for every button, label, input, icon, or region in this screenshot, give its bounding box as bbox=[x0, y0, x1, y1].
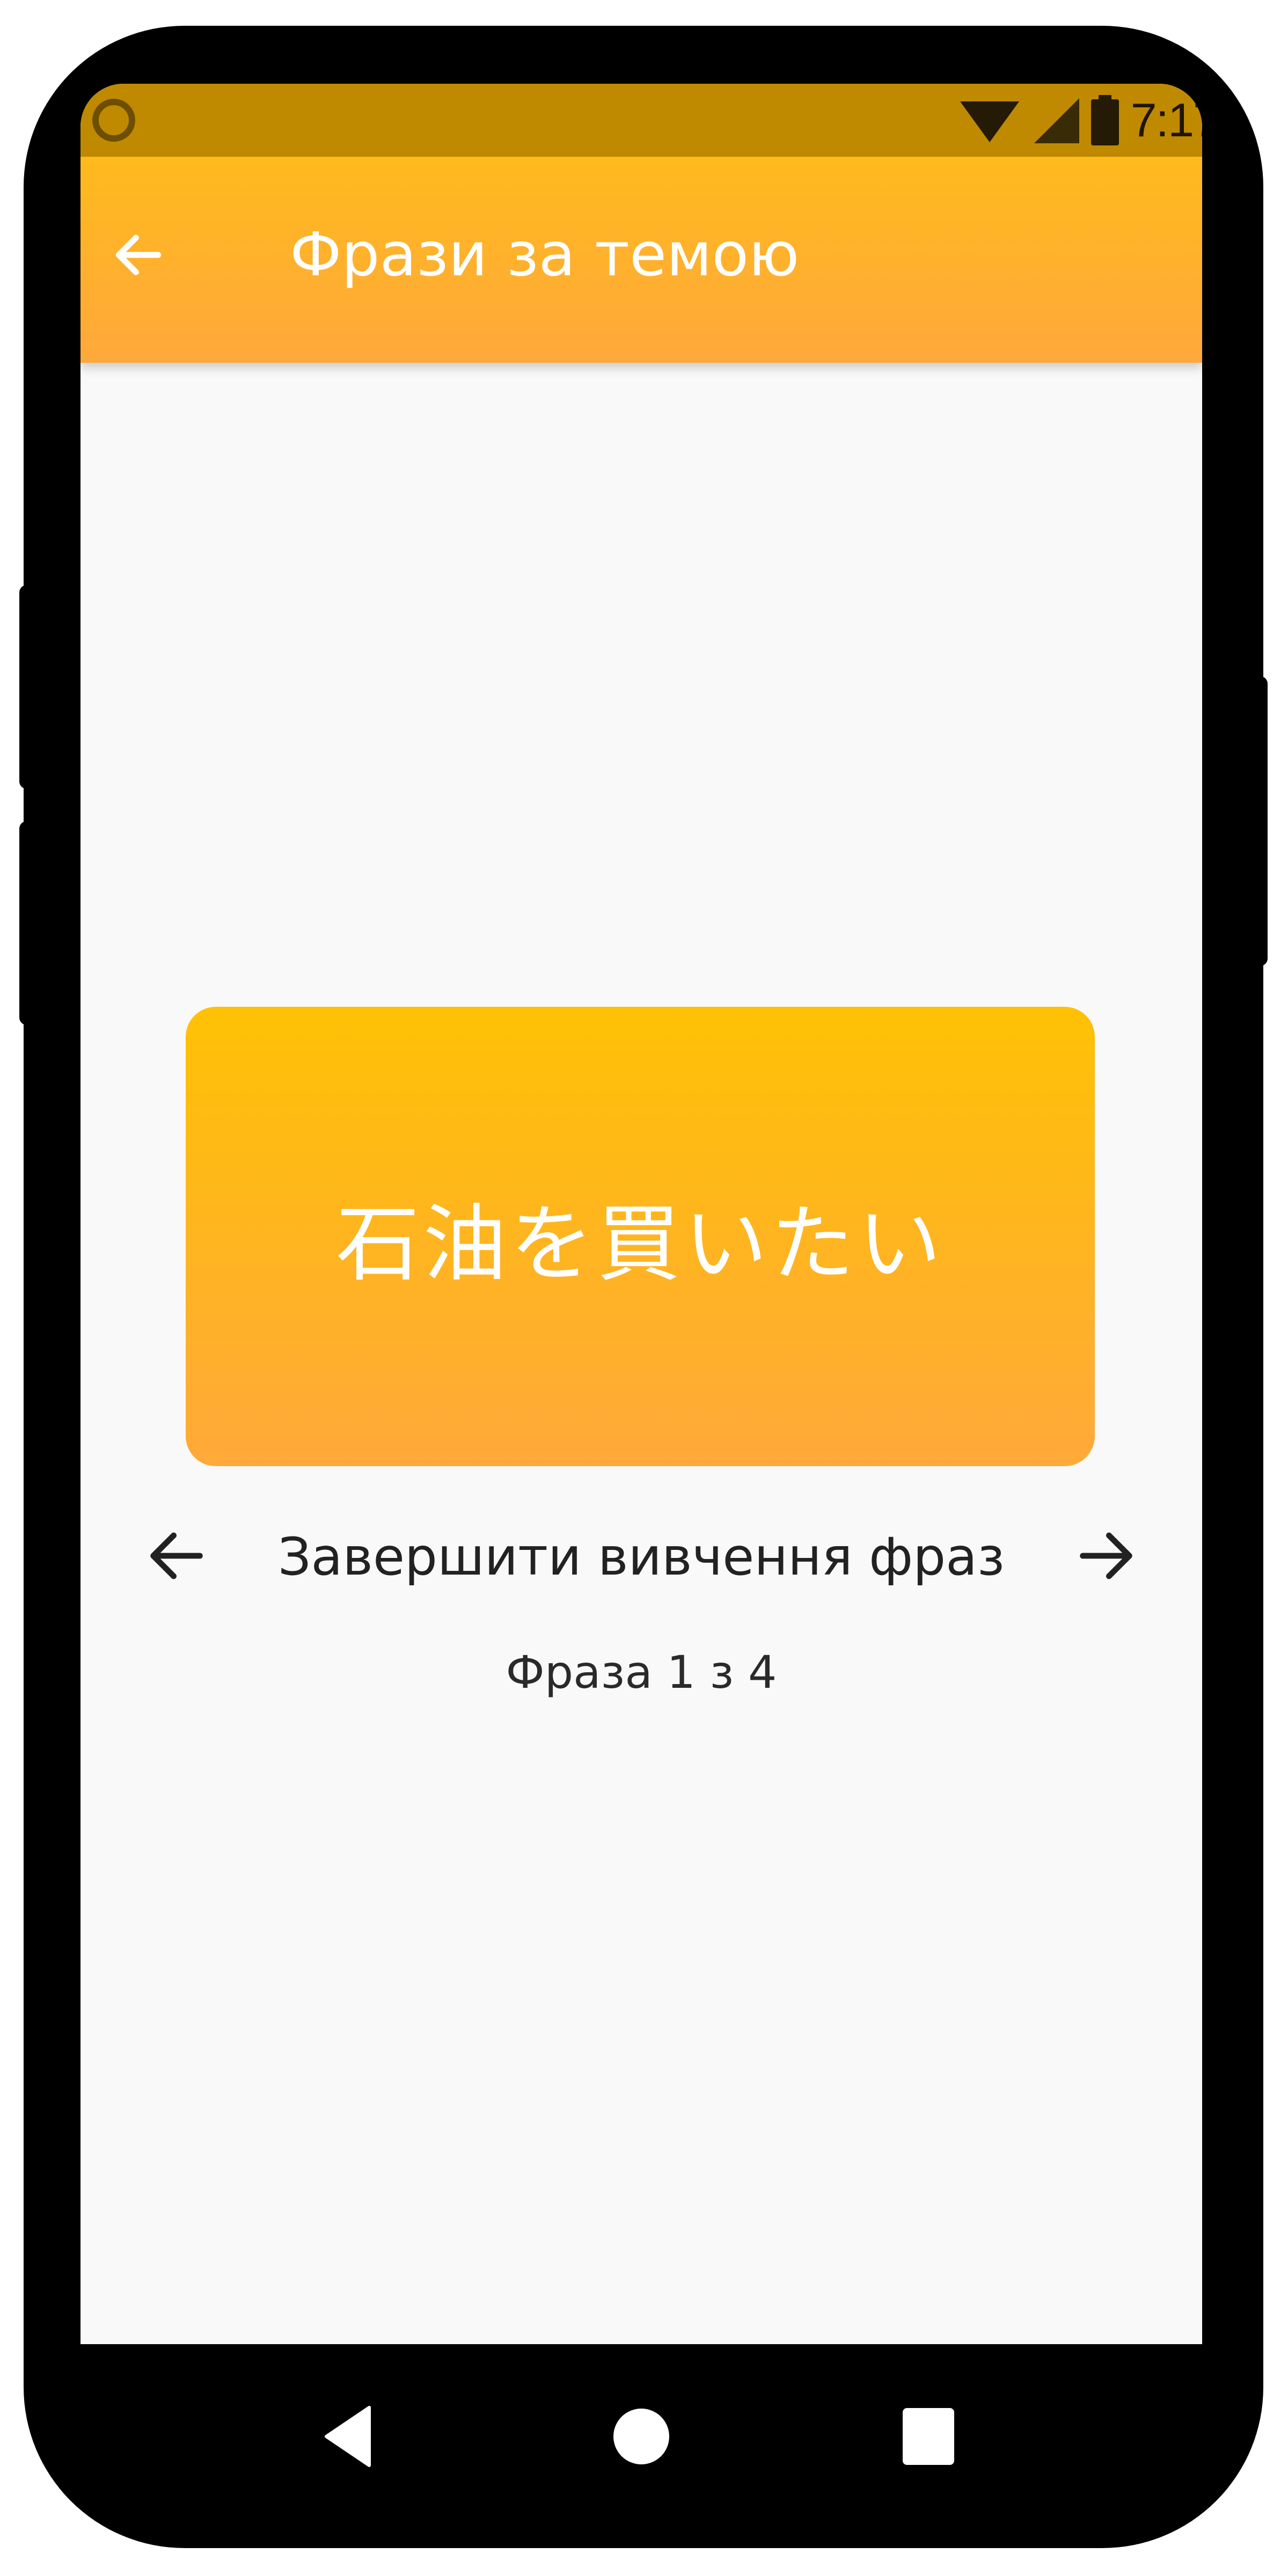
page-title: Фрази за темою bbox=[290, 220, 800, 290]
system-home-button[interactable] bbox=[604, 2399, 679, 2474]
arrow-right-icon bbox=[1080, 1532, 1132, 1579]
next-phrase-button[interactable] bbox=[1066, 1516, 1146, 1596]
signal-icon bbox=[1034, 98, 1079, 143]
wifi-icon bbox=[960, 101, 1019, 142]
arrow-left-icon bbox=[115, 235, 162, 275]
home-circle-icon bbox=[613, 2409, 669, 2464]
status-time: 7:17 bbox=[1130, 93, 1202, 147]
back-button[interactable] bbox=[106, 220, 171, 290]
phrase-text: 石油を買いたい bbox=[336, 1195, 945, 1293]
app-bar: Фрази за темою bbox=[80, 157, 1202, 363]
arrow-left-icon bbox=[150, 1532, 203, 1579]
status-bar: 7:17 bbox=[80, 84, 1202, 157]
battery-icon bbox=[1091, 95, 1119, 145]
system-back-button[interactable] bbox=[311, 2399, 386, 2474]
phrase-counter: Фраза 1 з 4 bbox=[506, 1646, 777, 1699]
previous-phrase-button[interactable] bbox=[136, 1516, 217, 1596]
back-triangle-icon bbox=[325, 2406, 371, 2467]
screen: 7:17 Фрази за темою 石油を買いたい Завершити ви… bbox=[80, 84, 1202, 2344]
sync-icon bbox=[92, 99, 135, 142]
recents-square-icon bbox=[903, 2408, 954, 2465]
status-icons: 7:17 bbox=[960, 93, 1202, 147]
finish-learning-button[interactable]: Завершити вивчення фраз bbox=[252, 1522, 1030, 1592]
phrase-card[interactable]: 石油を買いたい bbox=[186, 1007, 1095, 1466]
system-recents-button[interactable] bbox=[891, 2399, 966, 2474]
system-navigation-bar bbox=[80, 2351, 1202, 2512]
